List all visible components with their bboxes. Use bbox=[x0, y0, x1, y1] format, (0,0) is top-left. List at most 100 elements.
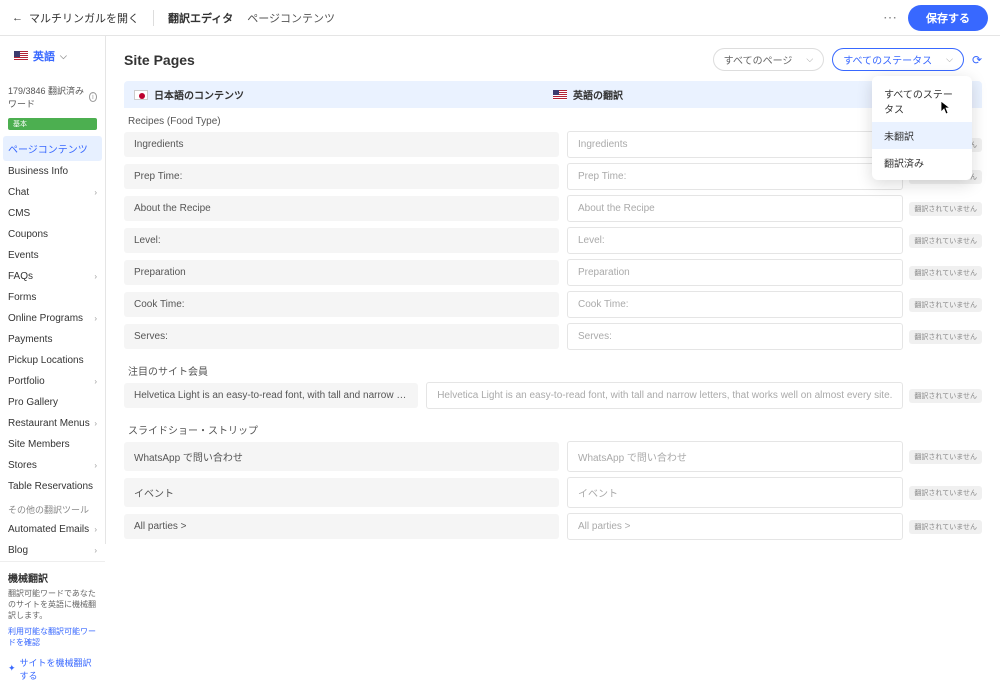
target-cell[interactable]: Serves: bbox=[567, 323, 903, 350]
sidebar-item[interactable]: Pro Gallery bbox=[0, 392, 105, 413]
save-button[interactable]: 保存する bbox=[908, 5, 988, 31]
target-cell[interactable]: All parties > bbox=[567, 513, 903, 540]
section-label: スライドショー・ストリップ bbox=[124, 414, 982, 441]
target-wrap: イベント翻訳されていません bbox=[567, 477, 982, 508]
target-cell[interactable]: Cook Time: bbox=[567, 291, 903, 318]
source-cell[interactable]: Cook Time: bbox=[124, 292, 559, 317]
status-badge: 翻訳されていません bbox=[909, 520, 982, 534]
plan-badge: 基本 bbox=[8, 118, 97, 130]
target-wrap: Cook Time: 翻訳されていません bbox=[567, 291, 982, 318]
source-cell[interactable]: Ingredients bbox=[124, 132, 559, 157]
wand-icon: ✦ bbox=[8, 663, 16, 674]
sidebar-item-label: Coupons bbox=[8, 229, 48, 240]
sidebar-item-label: Pickup Locations bbox=[8, 355, 84, 366]
sidebar-item[interactable]: Site Members bbox=[0, 434, 105, 455]
flag-us-icon bbox=[14, 51, 28, 61]
chevron-right-icon: › bbox=[94, 314, 97, 323]
mt-link2-label: サイトを機械翻訳する bbox=[20, 656, 97, 682]
filter-status-label: すべてのステータス bbox=[843, 52, 932, 67]
back-label: マルチリンガルを開く bbox=[29, 10, 139, 26]
source-cell[interactable]: Prep Time: bbox=[124, 164, 559, 189]
sidebar-item-label: Portfolio bbox=[8, 376, 45, 387]
status-badge: 翻訳されていません bbox=[909, 389, 982, 403]
sidebar-item[interactable]: Blog › bbox=[0, 540, 105, 561]
col-target-label: 英語の翻訳 bbox=[573, 87, 623, 102]
target-cell[interactable]: Helvetica Light is an easy-to-read font,… bbox=[426, 382, 903, 409]
mt-link-translate[interactable]: ✦ サイトを機械翻訳する bbox=[8, 656, 97, 682]
mt-title: 機械翻訳 bbox=[8, 570, 97, 585]
sidebar-item[interactable]: Restaurant Menus› bbox=[0, 413, 105, 434]
sidebar-item-label: FAQs bbox=[8, 271, 33, 282]
status-badge: 翻訳されていません bbox=[909, 486, 982, 500]
table-row: Level: Level: 翻訳されていません bbox=[124, 227, 982, 254]
section-label: Recipes (Food Type) bbox=[124, 108, 982, 131]
source-cell[interactable]: WhatsApp で問い合わせ bbox=[124, 442, 559, 471]
language-selector[interactable]: 英語 ⌵ bbox=[6, 44, 99, 68]
refresh-icon[interactable]: ⟳ bbox=[972, 53, 982, 67]
filter-pages[interactable]: すべてのページ ⌵ bbox=[713, 48, 825, 71]
sidebar-item[interactable]: Automated Emails› bbox=[0, 519, 105, 540]
sidebar-item-label: Chat bbox=[8, 187, 29, 198]
target-wrap: Level: 翻訳されていません bbox=[567, 227, 982, 254]
target-wrap: Serves:翻訳されていません bbox=[567, 323, 982, 350]
sidebar-item[interactable]: Portfolio› bbox=[0, 371, 105, 392]
cursor-icon bbox=[940, 100, 954, 119]
chevron-right-icon: › bbox=[94, 272, 97, 281]
sidebar: 英語 ⌵ 179/3846 翻訳済みワード i 基本 ページコンテンツBusin… bbox=[0, 36, 106, 544]
target-cell[interactable]: Ingredients bbox=[567, 131, 903, 158]
chevron-right-icon: › bbox=[94, 546, 97, 555]
more-icon[interactable]: ⋯ bbox=[883, 9, 898, 26]
status-badge: 翻訳されていません bbox=[909, 234, 982, 248]
source-cell[interactable]: All parties > bbox=[124, 514, 559, 539]
header-sub: ページコンテンツ bbox=[247, 10, 335, 26]
target-cell[interactable]: About the Recipe bbox=[567, 195, 903, 222]
sidebar-item[interactable]: Events bbox=[0, 245, 105, 266]
chevron-down-icon: ⌵ bbox=[60, 51, 67, 62]
main: 英語 ⌵ 179/3846 翻訳済みワード i 基本 ページコンテンツBusin… bbox=[0, 36, 1000, 544]
chevron-right-icon: › bbox=[94, 419, 97, 428]
sidebar-item[interactable]: Stores› bbox=[0, 455, 105, 476]
target-wrap: WhatsApp で問い合わせ翻訳されていません bbox=[567, 441, 982, 472]
divider bbox=[153, 10, 154, 26]
status-badge: 翻訳されていません bbox=[909, 298, 982, 312]
dropdown-item-untranslated[interactable]: 未翻訳 bbox=[872, 122, 972, 149]
lang-label: 英語 bbox=[33, 48, 55, 64]
source-cell[interactable]: イベント bbox=[124, 478, 559, 507]
source-cell[interactable]: Helvetica Light is an easy-to-read font,… bbox=[124, 383, 418, 408]
sidebar-item-label: Blog bbox=[8, 545, 28, 556]
sidebar-item-label: ページコンテンツ bbox=[8, 141, 88, 156]
target-cell[interactable]: Prep Time: bbox=[567, 163, 903, 190]
sidebar-item-label: Events bbox=[8, 250, 39, 261]
sidebar-item[interactable]: Business Info bbox=[0, 161, 105, 182]
mt-link-words[interactable]: 利用可能な翻訳可能ワードを確認 bbox=[8, 626, 97, 648]
header-left: ← マルチリンガルを開く 翻訳エディタ ページコンテンツ bbox=[12, 10, 335, 26]
status-badge: 翻訳されていません bbox=[909, 202, 982, 216]
info-icon[interactable]: i bbox=[89, 92, 97, 102]
nav-section-label: その他の翻訳ツール bbox=[0, 497, 105, 519]
filter-status[interactable]: すべてのステータス ⌵ bbox=[832, 48, 964, 71]
source-cell[interactable]: Level: bbox=[124, 228, 559, 253]
back-link[interactable]: ← マルチリンガルを開く bbox=[12, 10, 139, 26]
dropdown-item-translated[interactable]: 翻訳済み bbox=[872, 149, 972, 176]
sidebar-item[interactable]: Coupons bbox=[0, 224, 105, 245]
source-cell[interactable]: About the Recipe bbox=[124, 196, 559, 221]
sidebar-item[interactable]: CMS bbox=[0, 203, 105, 224]
sidebar-item[interactable]: Chat› bbox=[0, 182, 105, 203]
sidebar-item[interactable]: Payments bbox=[0, 329, 105, 350]
sidebar-item[interactable]: ページコンテンツ bbox=[3, 136, 102, 161]
sidebar-item[interactable]: Forms bbox=[0, 287, 105, 308]
sidebar-item[interactable]: FAQs › bbox=[0, 266, 105, 287]
target-cell[interactable]: Level: bbox=[567, 227, 903, 254]
dropdown-item-all[interactable]: すべてのステータス bbox=[872, 80, 972, 122]
target-cell[interactable]: Preparation bbox=[567, 259, 903, 286]
sidebar-item[interactable]: Table Reservations bbox=[0, 476, 105, 497]
source-cell[interactable]: Serves: bbox=[124, 324, 559, 349]
table-row: IngredientsIngredients翻訳されていません bbox=[124, 131, 982, 158]
chevron-right-icon: › bbox=[94, 525, 97, 534]
nav-secondary: Automated Emails› Blog › bbox=[0, 519, 105, 561]
sidebar-item[interactable]: Pickup Locations bbox=[0, 350, 105, 371]
target-cell[interactable]: WhatsApp で問い合わせ bbox=[567, 441, 903, 472]
sidebar-item[interactable]: Online Programs› bbox=[0, 308, 105, 329]
source-cell[interactable]: Preparation bbox=[124, 260, 559, 285]
target-cell[interactable]: イベント bbox=[567, 477, 903, 508]
